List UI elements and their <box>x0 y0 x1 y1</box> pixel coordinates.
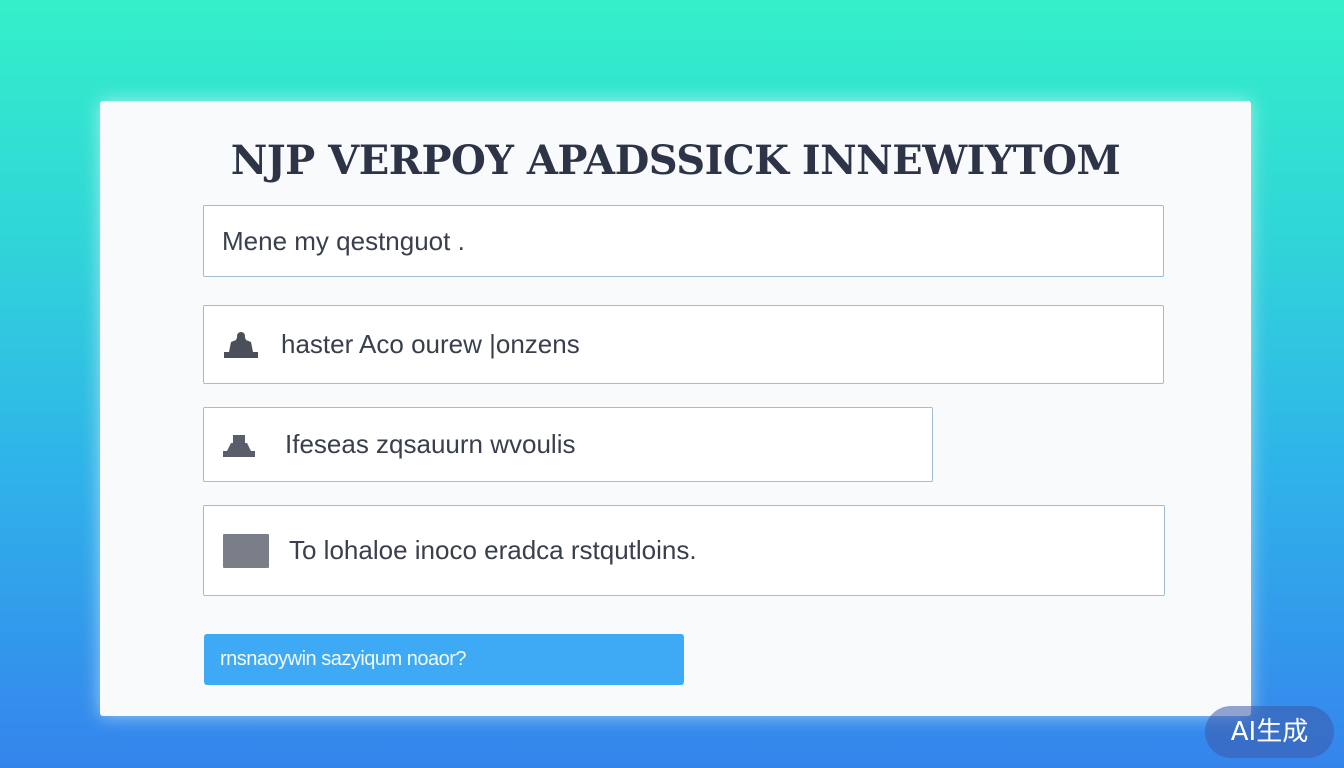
question-field-text: Mene my qestnguot . <box>222 225 465 256</box>
square-icon <box>223 533 269 568</box>
question-field[interactable]: Mene my qestnguot . <box>203 205 1164 277</box>
location-field-text: To lohaloe inoco eradca rstqutloins. <box>289 535 697 565</box>
form-title: NJP VERPOY APADSSICK INNEWIYTOM <box>230 137 1121 184</box>
person-icon <box>224 331 258 358</box>
request-field[interactable]: Ifeseas zqsauurn wvoulis <box>203 407 933 482</box>
account-field-text: haster Aco ourew |onzens <box>281 329 580 359</box>
request-field-text: Ifeseas zqsauurn wvoulis <box>285 429 576 459</box>
account-field[interactable]: haster Aco ourew |onzens <box>203 305 1164 384</box>
ai-generated-badge: AI生成 <box>1205 706 1334 758</box>
submit-button[interactable]: rnsnaoywin sazyiqum noaor? <box>204 634 684 685</box>
location-field[interactable]: To lohaloe inoco eradca rstqutloins. <box>203 505 1165 596</box>
form-card: NJP VERPOY APADSSICK INNEWIYTOM Mene my … <box>100 101 1251 716</box>
hat-icon <box>223 434 255 457</box>
